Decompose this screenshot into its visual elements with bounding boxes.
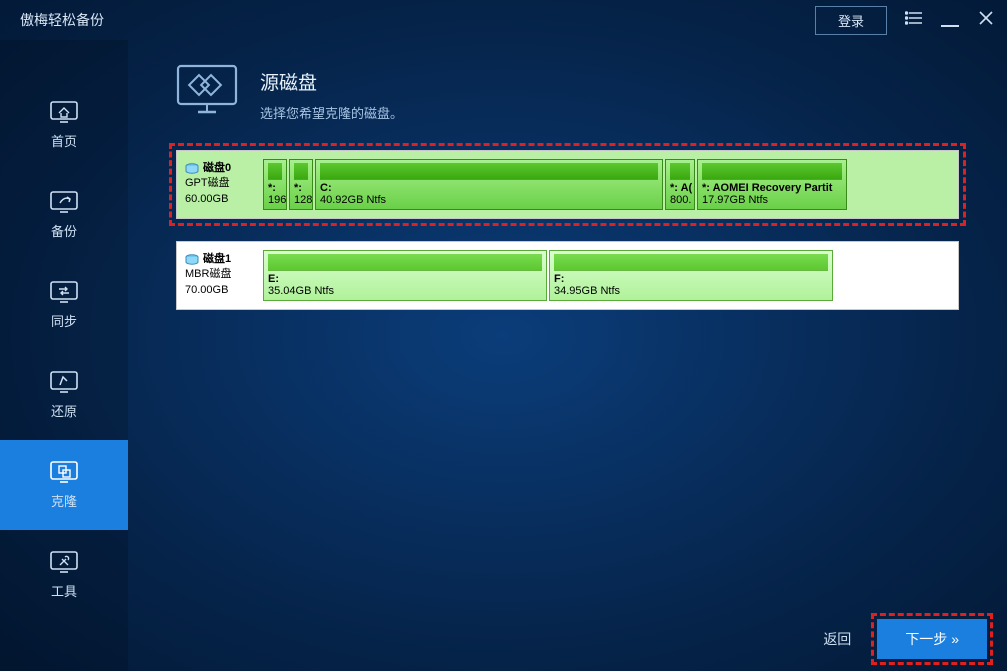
disk-info: 磁盘0GPT磁盘60.00GB [185,159,261,210]
partition-detail: 35.04GB Ntfs [268,285,334,297]
partition[interactable]: *:196. [263,159,287,210]
sidebar-item-backup[interactable]: 备份 [0,170,128,260]
disk-icon [185,163,199,175]
backup-icon [50,191,78,213]
clone-icon [50,461,78,483]
partition-detail: 40.92GB Ntfs [320,194,386,206]
disk-type: MBR磁盘 [185,267,261,282]
nav-label: 克隆 [51,491,77,510]
next-button-highlight: 下一步 » [877,619,987,659]
partition-usage-bar [268,163,282,180]
main-panel: 源磁盘 选择您希望克隆的磁盘。 磁盘0GPT磁盘60.00GB*:196.*:1… [128,40,1007,671]
partition-usage-bar [320,163,658,180]
partition[interactable]: F:34.95GB Ntfs [549,250,833,301]
partition-label: *: A( [670,182,690,194]
partition-label: E: [268,273,542,285]
footer-actions: 返回 下一步 » [809,619,987,659]
partition-detail: 34.95GB Ntfs [554,285,620,297]
nav-label: 备份 [51,221,77,240]
partition-label: *: AOMEI Recovery Partit [702,182,842,194]
partition-label: F: [554,273,828,285]
partition-usage-bar [268,254,542,271]
titlebar: 傲梅轻松备份 登录 [0,0,1007,40]
home-icon [50,101,78,123]
partition-usage-bar [670,163,690,180]
disk-size: 60.00GB [185,192,261,207]
source-disk-icon [176,64,238,114]
menu-list-icon[interactable] [905,11,923,30]
sidebar-item-tools[interactable]: 工具 [0,530,128,620]
sidebar-item-clone[interactable]: 克隆 [0,440,128,530]
restore-icon [50,371,78,393]
nav-label: 工具 [51,581,77,600]
disk-name: 磁盘0 [185,161,261,176]
partition-label: C: [320,182,658,194]
nav-label: 还原 [51,401,77,420]
page-title: 源磁盘 [260,68,403,95]
next-button[interactable]: 下一步 » [877,619,987,659]
partition-label: *: [294,182,308,194]
partition-detail: 800. [670,194,691,206]
back-button[interactable]: 返回 [809,621,865,657]
partition[interactable]: *: AOMEI Recovery Partit17.97GB Ntfs [697,159,847,210]
sidebar-item-sync[interactable]: 同步 [0,260,128,350]
disk-card[interactable]: 磁盘1MBR磁盘70.00GBE:35.04GB NtfsF:34.95GB N… [176,241,959,310]
disk-size: 70.00GB [185,283,261,298]
partition-detail: 17.97GB Ntfs [702,194,768,206]
sync-icon [50,281,78,303]
page-subtitle: 选择您希望克隆的磁盘。 [260,103,403,122]
disk-type: GPT磁盘 [185,176,261,191]
sidebar-item-home[interactable]: 首页 [0,80,128,170]
disk-icon [185,254,199,266]
close-button[interactable] [977,11,995,30]
disk-card[interactable]: 磁盘0GPT磁盘60.00GB*:196.*:128.C:40.92GB Ntf… [176,150,959,219]
page-header: 源磁盘 选择您希望克隆的磁盘。 [176,64,959,122]
partition-label: *: [268,182,282,194]
disk-list: 磁盘0GPT磁盘60.00GB*:196.*:128.C:40.92GB Ntf… [176,150,959,310]
partition-usage-bar [554,254,828,271]
minimize-button[interactable] [941,19,959,21]
disk-info: 磁盘1MBR磁盘70.00GB [185,250,261,301]
disk-name: 磁盘1 [185,252,261,267]
login-button[interactable]: 登录 [815,6,887,35]
nav-label: 首页 [51,131,77,150]
app-title: 傲梅轻松备份 [20,10,104,30]
sidebar-item-restore[interactable]: 还原 [0,350,128,440]
titlebar-controls: 登录 [815,6,995,35]
partition[interactable]: *:128. [289,159,313,210]
sidebar: 首页 备份 同步 还原 克隆 工具 [0,40,128,671]
partition-detail: 196. [268,194,287,206]
nav-label: 同步 [51,311,77,330]
partition[interactable]: E:35.04GB Ntfs [263,250,547,301]
partition[interactable]: *: A(800. [665,159,695,210]
tools-icon [50,551,78,573]
partition-detail: 128. [294,194,313,206]
partition[interactable]: C:40.92GB Ntfs [315,159,663,210]
partition-usage-bar [702,163,842,180]
partition-usage-bar [294,163,308,180]
